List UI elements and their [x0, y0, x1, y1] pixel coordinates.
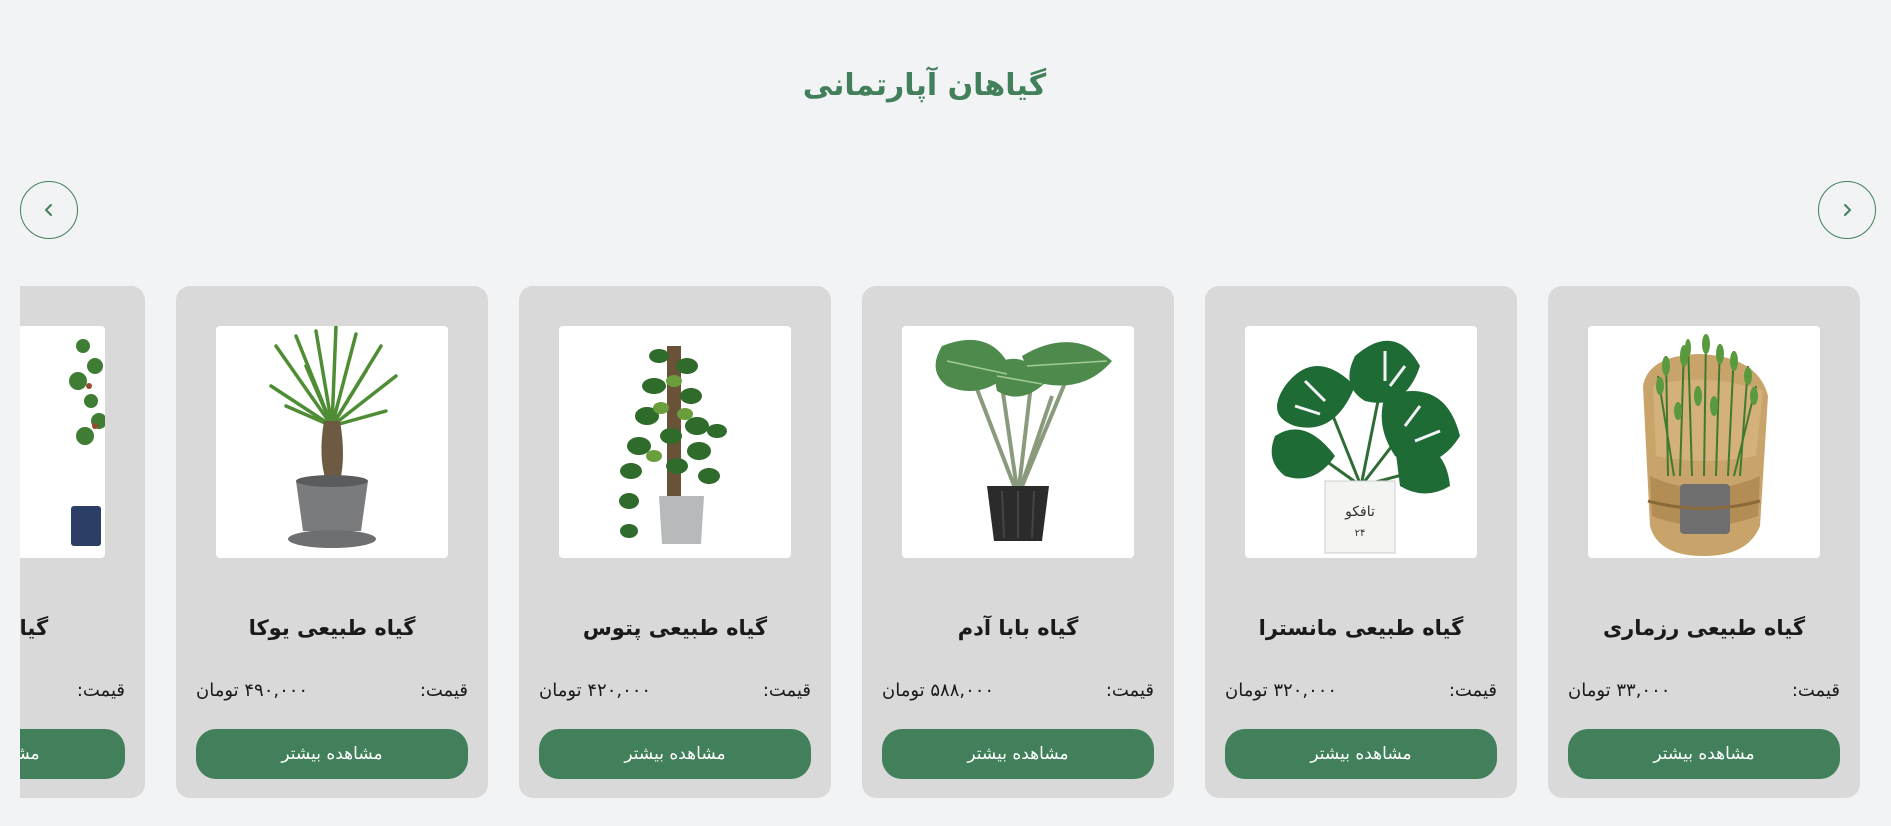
product-name: گیاه بابا آدم — [957, 616, 1079, 640]
carousel-prev-button[interactable] — [20, 181, 78, 239]
product-image — [559, 326, 791, 558]
product-name: گیاه طبیعی رزماری — [1602, 616, 1806, 640]
price-row: قیمت: ۴۲۰,۰۰۰ تومان — [539, 680, 811, 701]
price-row: قیمت: ۵۸۸,۰۰۰ تومان — [882, 680, 1154, 701]
price-value: ۴۲۰,۰۰۰ تومان — [539, 680, 652, 701]
price-value: ۵۸۸,۰۰۰ تومان — [882, 680, 995, 701]
product-name: گیاه طبیعی مانسترا — [1258, 616, 1464, 640]
view-more-button[interactable]: مشاهده بیشتر — [539, 729, 811, 779]
view-more-button[interactable]: مشاهده بیشتر — [20, 729, 125, 779]
price-value: ۳۲۰,۰۰۰ تومان — [1225, 680, 1338, 701]
carousel-next-button[interactable] — [1818, 181, 1876, 239]
svg-text:۲۴: ۲۴ — [1355, 528, 1366, 539]
view-more-button[interactable]: مشاهده بیشتر — [882, 729, 1154, 779]
price-label: قیمت: — [1791, 680, 1840, 701]
price-value: ۳۳,۰۰۰ تومان — [1568, 680, 1671, 701]
product-card[interactable]: گیاه طبیعی یوکا قیمت: ۴۹۰,۰۰۰ تومان مشاه… — [176, 286, 488, 798]
product-card[interactable]: گیاه بابا آدم قیمت: ۵۸۸,۰۰۰ تومان مشاهده… — [862, 286, 1174, 798]
view-more-button[interactable]: مشاهده بیشتر — [1568, 729, 1840, 779]
view-more-button[interactable]: مشاهده بیشتر — [1225, 729, 1497, 779]
chevron-left-icon — [45, 204, 52, 216]
product-name: گیاه طبیعی — [20, 616, 49, 640]
product-image — [216, 326, 448, 558]
product-image — [902, 326, 1134, 558]
section-title: گیاهان آپارتمانی — [802, 68, 1047, 103]
product-image: تافکو ۲۴ — [1245, 326, 1477, 558]
chevron-right-icon — [1844, 204, 1851, 216]
price-row: قیمت: — [20, 680, 125, 701]
product-name: گیاه طبیعی پتوس — [582, 616, 768, 640]
price-label: قیمت: — [1105, 680, 1154, 701]
price-label: قیمت: — [76, 680, 125, 701]
product-card[interactable]: تافکو ۲۴ گیاه طبیعی مانسترا قیمت: ۳۲۰,۰۰… — [1205, 286, 1517, 798]
price-label: قیمت: — [1448, 680, 1497, 701]
product-image — [1588, 326, 1820, 558]
product-card[interactable]: گیاه طبیعی پتوس قیمت: ۴۲۰,۰۰۰ تومان مشاه… — [519, 286, 831, 798]
product-card[interactable]: گیاه طبیعی رزماری قیمت: ۳۳,۰۰۰ تومان مشا… — [1548, 286, 1860, 798]
product-name: گیاه طبیعی یوکا — [248, 616, 416, 640]
product-card[interactable]: گیاه طبیعی قیمت: مشاهده بیشتر — [20, 286, 145, 798]
price-value: ۴۹۰,۰۰۰ تومان — [196, 680, 309, 701]
price-label: قیمت: — [419, 680, 468, 701]
product-image — [20, 326, 105, 558]
price-label: قیمت: — [762, 680, 811, 701]
svg-text:تافکو: تافکو — [1344, 504, 1375, 520]
price-row: قیمت: ۳۳,۰۰۰ تومان — [1568, 680, 1840, 701]
price-row: قیمت: ۳۲۰,۰۰۰ تومان — [1225, 680, 1497, 701]
product-carousel: گیاه طبیعی رزماری قیمت: ۳۳,۰۰۰ تومان مشا… — [20, 286, 1871, 801]
price-row: قیمت: ۴۹۰,۰۰۰ تومان — [196, 680, 468, 701]
view-more-button[interactable]: مشاهده بیشتر — [196, 729, 468, 779]
